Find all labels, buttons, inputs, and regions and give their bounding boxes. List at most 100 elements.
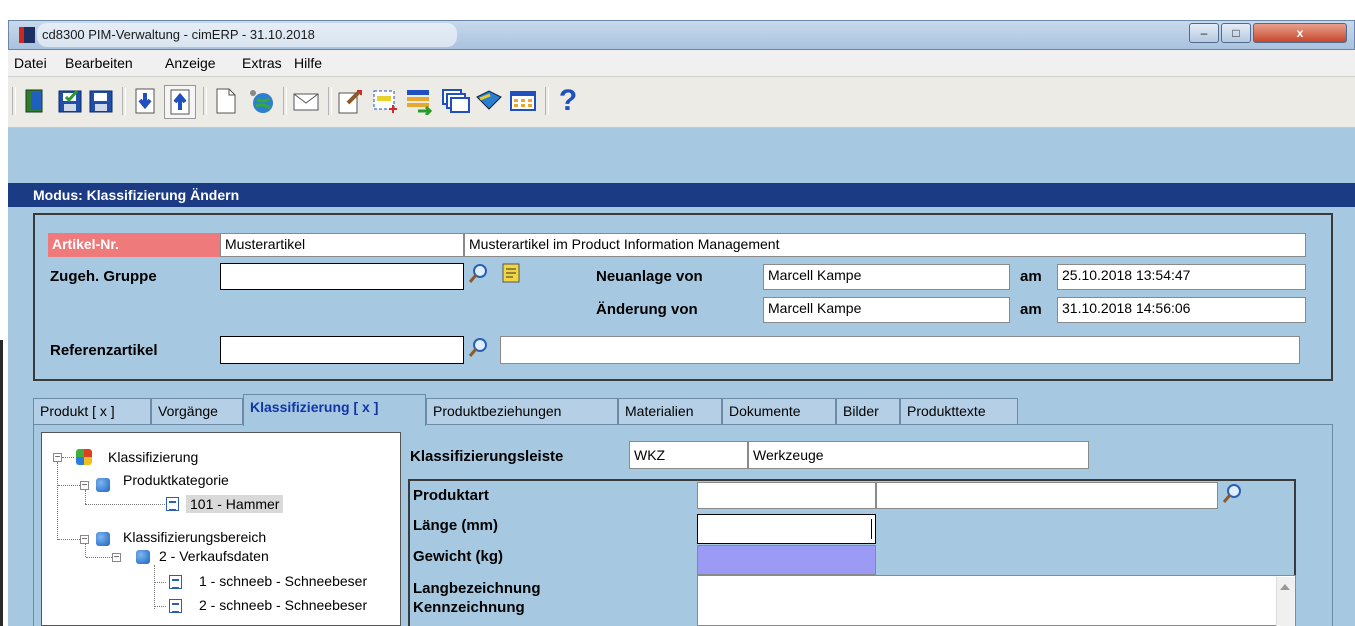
new-document-icon[interactable] (211, 85, 241, 117)
scroll-up-icon[interactable] (1280, 584, 1290, 590)
tree-line (57, 462, 58, 540)
classification-root-icon (76, 449, 92, 465)
aenderung-date-field[interactable]: 31.10.2018 14:56:06 (1057, 297, 1306, 323)
tree-line (62, 457, 74, 458)
search-icon[interactable] (468, 337, 488, 359)
search-icon[interactable] (1222, 483, 1242, 505)
tab-produkt[interactable]: Produkt [ x ] (33, 398, 151, 424)
tree-line (85, 504, 165, 505)
mail-icon[interactable] (291, 85, 321, 117)
neuanlage-user-field[interactable]: Marcell Kampe (763, 264, 1010, 290)
toolbar-separator (283, 87, 287, 115)
aenderung-am-label: am (1020, 301, 1042, 318)
tree-line (58, 485, 80, 486)
toolbar-separator (328, 87, 332, 115)
tree-item-schneeb-2[interactable]: 2 - schneeb - Schneebeser (199, 597, 367, 613)
menu-bar: Datei Bearbeiten Anzeige Extras Hilfe (8, 50, 1355, 77)
toolbar-separator (203, 87, 207, 115)
zugeh-gruppe-label: Zugeh. Gruppe (50, 268, 157, 285)
klassifizierungsleiste-code-field[interactable]: WKZ (629, 441, 748, 469)
toolbar-separator (12, 87, 16, 115)
collapse-toggle[interactable]: − (80, 481, 89, 491)
minimize-button[interactable]: – (1189, 23, 1219, 43)
langbezeichnung-textarea[interactable] (697, 575, 1296, 626)
laenge-field[interactable] (697, 514, 876, 544)
gewicht-field[interactable] (697, 545, 876, 575)
windows-icon[interactable] (440, 85, 470, 117)
artikel-description-field[interactable]: Musterartikel im Product Information Man… (464, 233, 1306, 257)
gewicht-label: Gewicht (kg) (413, 548, 504, 565)
globe-icon[interactable] (246, 85, 276, 117)
tree-item-klassifizierungsbereich[interactable]: Klassifizierungsbereich (123, 529, 266, 545)
book-icon[interactable] (474, 85, 504, 117)
neuanlage-date-field[interactable]: 25.10.2018 13:54:47 (1057, 264, 1306, 290)
klassifizierungsleiste-name-field[interactable]: Werkzeuge (748, 441, 1089, 469)
save-icon[interactable] (86, 85, 116, 117)
tree-line (154, 582, 166, 583)
menu-bearbeiten[interactable]: Bearbeiten (65, 55, 133, 71)
produktart-field[interactable] (697, 482, 876, 509)
text-cursor (871, 519, 872, 539)
category-cube-icon (96, 478, 110, 492)
neuanlage-label: Neuanlage von (596, 268, 703, 285)
help-icon[interactable]: ? (553, 84, 583, 117)
artikel-nr-field[interactable]: Musterartikel (220, 233, 464, 257)
menu-extras[interactable]: Extras (242, 55, 282, 71)
tab-produkttexte[interactable]: Produkttexte (900, 398, 1018, 424)
toolbar: ? (8, 77, 1355, 128)
save-check-icon[interactable] (55, 85, 85, 117)
collapse-toggle[interactable]: − (53, 453, 62, 463)
neuanlage-am-label: am (1020, 268, 1042, 285)
produktart-description-field[interactable] (876, 482, 1218, 509)
arrow-down-icon[interactable] (130, 85, 160, 117)
tree-item-klassifizierung[interactable]: Klassifizierung (108, 449, 198, 465)
aenderung-label: Änderung von (596, 301, 698, 318)
toolbar-separator (545, 87, 549, 115)
tree-line (154, 565, 155, 609)
category-cube-icon (96, 532, 110, 546)
title-bar[interactable]: cd8300 PIM-Verwaltung - cimERP - 31.10.2… (8, 20, 1355, 50)
tab-dokumente[interactable]: Dokumente (722, 398, 836, 424)
close-button[interactable]: x (1253, 23, 1347, 43)
tab-materialien[interactable]: Materialien (618, 398, 722, 424)
tab-klassifizierung[interactable]: Klassifizierung [ x ] (243, 394, 426, 426)
klassifizierungsleiste-label: Klassifizierungsleiste (410, 448, 564, 465)
produktart-label: Produktart (413, 487, 489, 504)
tab-vorgaenge[interactable]: Vorgänge (151, 398, 243, 424)
arrow-up-icon[interactable] (164, 85, 196, 119)
tree-item-hammer[interactable]: 101 - Hammer (186, 495, 284, 513)
toolbar-separator (122, 87, 126, 115)
tree-line (58, 539, 80, 540)
referenzartikel-description-field[interactable] (500, 336, 1300, 364)
tab-produktbeziehungen[interactable]: Produktbeziehungen (426, 398, 618, 424)
edit-icon[interactable] (335, 85, 365, 117)
notes-icon[interactable] (502, 263, 520, 283)
list-transfer-icon[interactable] (404, 85, 434, 117)
exit-icon[interactable] (20, 85, 50, 117)
grid-icon[interactable] (508, 85, 538, 117)
tree-item-schneeb-1[interactable]: 1 - schneeb - Schneebeser (199, 573, 367, 589)
zugeh-gruppe-field[interactable] (220, 263, 464, 290)
tree-line (85, 490, 86, 504)
modus-title: Modus: Klassifizierung Ändern (33, 187, 240, 203)
tab-bilder[interactable]: Bilder (836, 398, 900, 424)
search-icon[interactable] (468, 263, 488, 285)
tree-line (86, 557, 112, 558)
app-icon (19, 27, 35, 43)
kennzeichnung-label: Kennzeichnung (413, 599, 525, 616)
referenzartikel-field[interactable] (220, 336, 464, 364)
document-icon (169, 599, 182, 613)
collapse-toggle[interactable]: − (112, 553, 121, 563)
maximize-button[interactable]: □ (1221, 23, 1251, 43)
aenderung-user-field[interactable]: Marcell Kampe (763, 297, 1010, 323)
select-add-icon[interactable] (370, 85, 400, 117)
tree-line (85, 544, 86, 557)
document-icon (166, 497, 179, 511)
menu-anzeige[interactable]: Anzeige (165, 55, 216, 71)
tree-item-produktkategorie[interactable]: Produktkategorie (123, 472, 229, 488)
menu-datei[interactable]: Datei (14, 55, 47, 71)
menu-hilfe[interactable]: Hilfe (294, 55, 322, 71)
tree-item-verkaufsdaten[interactable]: 2 - Verkaufsdaten (159, 548, 269, 564)
collapse-toggle[interactable]: − (80, 535, 89, 545)
window-left-edge (0, 340, 3, 626)
